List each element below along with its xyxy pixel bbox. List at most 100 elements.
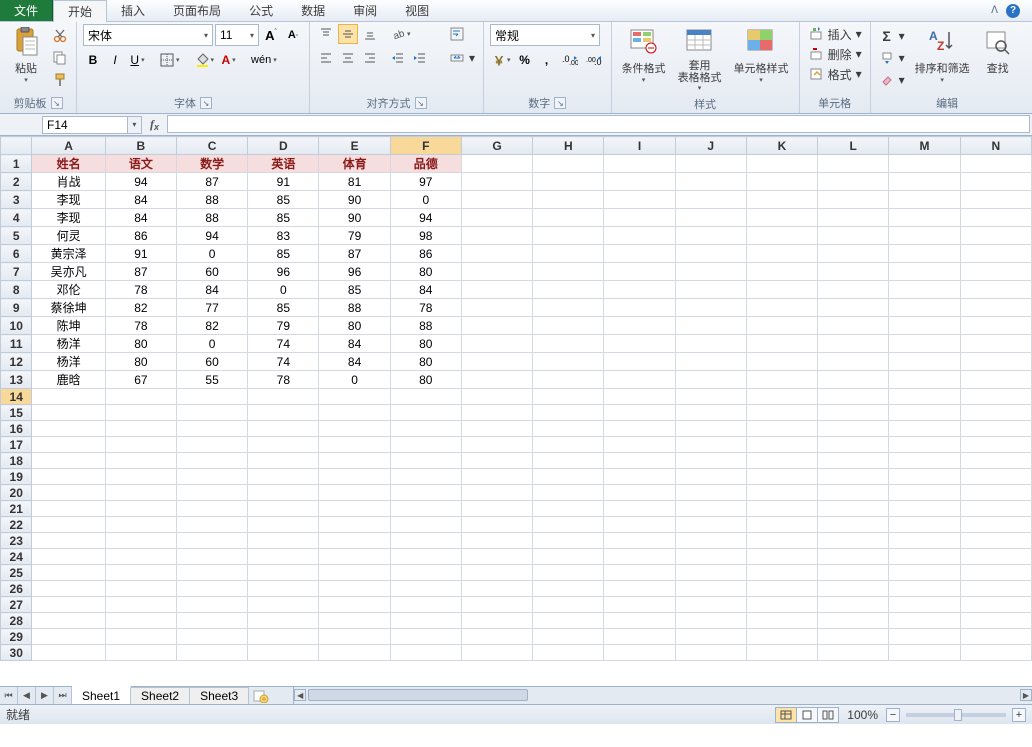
cell-B13[interactable]: 67 xyxy=(105,371,176,389)
cell-I23[interactable] xyxy=(604,533,675,549)
conditional-format-button[interactable]: 条件格式▾ xyxy=(618,24,670,86)
cell-N19[interactable] xyxy=(960,469,1031,485)
cell-L8[interactable] xyxy=(818,281,889,299)
cell-I26[interactable] xyxy=(604,581,675,597)
cell-H3[interactable] xyxy=(533,191,604,209)
cell-C19[interactable] xyxy=(176,469,247,485)
cell-C18[interactable] xyxy=(176,453,247,469)
cell-L15[interactable] xyxy=(818,405,889,421)
cell-M4[interactable] xyxy=(889,209,960,227)
cell-G3[interactable] xyxy=(461,191,532,209)
cell-F29[interactable] xyxy=(390,629,461,645)
sheet-tab-Sheet3[interactable]: Sheet3 xyxy=(190,687,249,704)
col-header-E[interactable]: E xyxy=(319,137,390,155)
cell-E21[interactable] xyxy=(319,501,390,517)
cell-M19[interactable] xyxy=(889,469,960,485)
cell-H29[interactable] xyxy=(533,629,604,645)
cell-C25[interactable] xyxy=(176,565,247,581)
cell-E28[interactable] xyxy=(319,613,390,629)
col-header-D[interactable]: D xyxy=(248,137,319,155)
copy-button[interactable] xyxy=(50,48,70,68)
row-header-20[interactable]: 20 xyxy=(1,485,32,501)
cell-F23[interactable] xyxy=(390,533,461,549)
cell-C13[interactable]: 55 xyxy=(176,371,247,389)
find-select-button[interactable]: 查找 xyxy=(978,24,1018,78)
grow-font-button[interactable]: Aˆ xyxy=(261,25,281,45)
cell-D19[interactable] xyxy=(248,469,319,485)
number-format-select[interactable]: 常规▾ xyxy=(490,24,600,46)
cell-A20[interactable] xyxy=(32,485,105,501)
cell-B6[interactable]: 91 xyxy=(105,245,176,263)
cell-J18[interactable] xyxy=(675,453,746,469)
row-header-19[interactable]: 19 xyxy=(1,469,32,485)
align-middle-button[interactable] xyxy=(338,24,358,44)
row-header-16[interactable]: 16 xyxy=(1,421,32,437)
fill-color-button[interactable]: ▾ xyxy=(192,50,217,70)
cell-E5[interactable]: 79 xyxy=(319,227,390,245)
cell-N4[interactable] xyxy=(960,209,1031,227)
cell-D29[interactable] xyxy=(248,629,319,645)
cell-N18[interactable] xyxy=(960,453,1031,469)
clipboard-launcher[interactable]: ↘ xyxy=(51,97,63,109)
row-header-4[interactable]: 4 xyxy=(1,209,32,227)
spreadsheet-grid[interactable]: ABCDEFGHIJKLMN1姓名语文数学英语体育品德2肖战9487918197… xyxy=(0,136,1032,661)
cell-L9[interactable] xyxy=(818,299,889,317)
accounting-format-button[interactable]: ￥▾ xyxy=(490,50,513,70)
italic-button[interactable]: I xyxy=(105,50,125,70)
cell-L24[interactable] xyxy=(818,549,889,565)
cell-L17[interactable] xyxy=(818,437,889,453)
cell-A16[interactable] xyxy=(32,421,105,437)
cell-G1[interactable] xyxy=(461,155,532,173)
cell-A2[interactable]: 肖战 xyxy=(32,173,105,191)
row-header-26[interactable]: 26 xyxy=(1,581,32,597)
row-header-22[interactable]: 22 xyxy=(1,517,32,533)
cell-G8[interactable] xyxy=(461,281,532,299)
cell-M12[interactable] xyxy=(889,353,960,371)
zoom-in-button[interactable]: + xyxy=(1012,708,1026,722)
cell-N17[interactable] xyxy=(960,437,1031,453)
cell-A5[interactable]: 何灵 xyxy=(32,227,105,245)
cell-C15[interactable] xyxy=(176,405,247,421)
cell-B24[interactable] xyxy=(105,549,176,565)
cell-M23[interactable] xyxy=(889,533,960,549)
cell-H10[interactable] xyxy=(533,317,604,335)
cell-B16[interactable] xyxy=(105,421,176,437)
number-launcher[interactable]: ↘ xyxy=(554,97,566,109)
cell-I20[interactable] xyxy=(604,485,675,501)
row-header-12[interactable]: 12 xyxy=(1,353,32,371)
cell-B3[interactable]: 84 xyxy=(105,191,176,209)
cell-F11[interactable]: 80 xyxy=(390,335,461,353)
cell-N16[interactable] xyxy=(960,421,1031,437)
cell-A1[interactable]: 姓名 xyxy=(32,155,105,173)
cell-E6[interactable]: 87 xyxy=(319,245,390,263)
cell-M27[interactable] xyxy=(889,597,960,613)
cell-I14[interactable] xyxy=(604,389,675,405)
cell-A24[interactable] xyxy=(32,549,105,565)
col-header-C[interactable]: C xyxy=(176,137,247,155)
font-size-select[interactable]: 11▾ xyxy=(215,24,259,46)
cell-N23[interactable] xyxy=(960,533,1031,549)
file-tab[interactable]: 文件 xyxy=(0,0,53,21)
cell-J15[interactable] xyxy=(675,405,746,421)
cell-G24[interactable] xyxy=(461,549,532,565)
cell-D13[interactable]: 78 xyxy=(248,371,319,389)
cell-K14[interactable] xyxy=(746,389,817,405)
cell-F9[interactable]: 78 xyxy=(390,299,461,317)
col-header-N[interactable]: N xyxy=(960,137,1031,155)
cell-M15[interactable] xyxy=(889,405,960,421)
help-icon[interactable]: ? xyxy=(1006,4,1020,18)
cell-D8[interactable]: 0 xyxy=(248,281,319,299)
cell-L12[interactable] xyxy=(818,353,889,371)
alignment-launcher[interactable]: ↘ xyxy=(415,97,427,109)
cell-B26[interactable] xyxy=(105,581,176,597)
cell-J22[interactable] xyxy=(675,517,746,533)
col-header-F[interactable]: F xyxy=(390,137,461,155)
col-header-I[interactable]: I xyxy=(604,137,675,155)
cell-M22[interactable] xyxy=(889,517,960,533)
cell-D23[interactable] xyxy=(248,533,319,549)
cell-C23[interactable] xyxy=(176,533,247,549)
cell-K2[interactable] xyxy=(746,173,817,191)
hscroll-thumb[interactable] xyxy=(308,689,528,701)
cell-I22[interactable] xyxy=(604,517,675,533)
insert-cells-button[interactable]: 插入▾ xyxy=(806,24,864,44)
